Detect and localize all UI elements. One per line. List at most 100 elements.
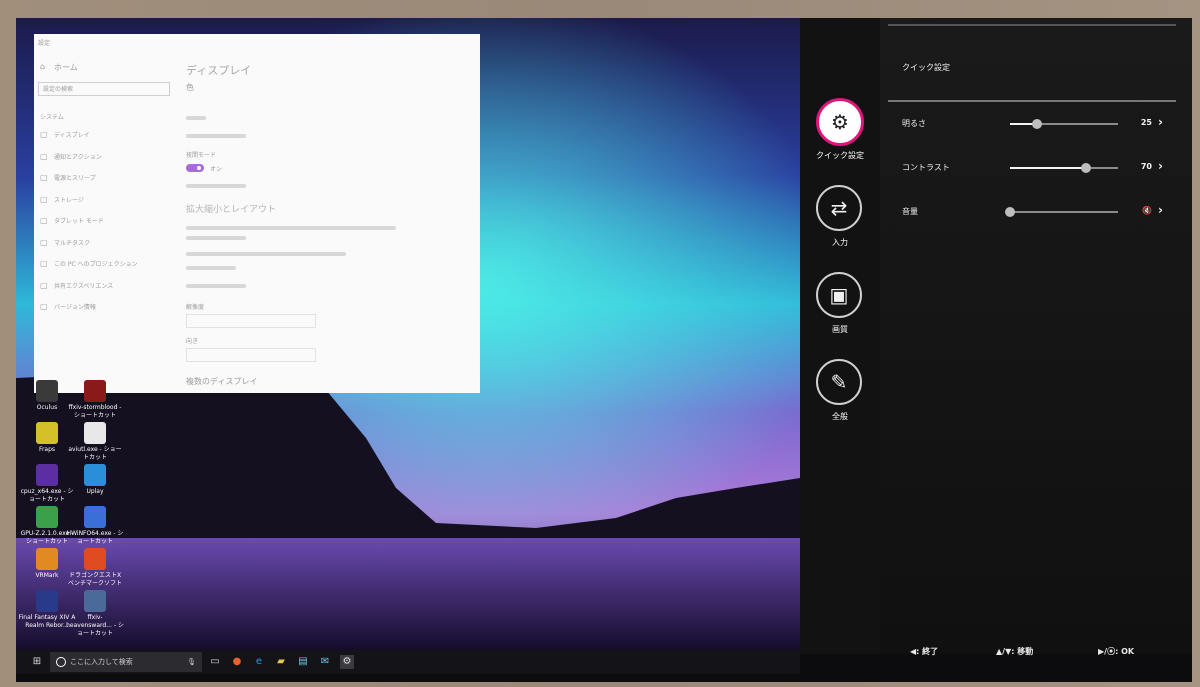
- desktop-icon-label: Uplay: [86, 488, 104, 495]
- gear-icon: ⚙: [831, 110, 849, 134]
- osd-menu-button[interactable]: ⇄: [816, 185, 862, 231]
- tools-icon: ✎: [830, 370, 848, 394]
- osd-slider-fill: [1010, 167, 1086, 169]
- settings-nav-item[interactable]: この PC へのプロジェクション: [54, 259, 138, 268]
- chevron-right-icon[interactable]: ›: [1158, 203, 1163, 217]
- settings-subheading: 色: [186, 83, 194, 92]
- osd-menu-button[interactable]: ⚙: [816, 98, 864, 146]
- microphone-icon[interactable]: 🎙: [187, 652, 196, 672]
- orientation-dropdown[interactable]: [186, 348, 316, 362]
- picture-icon: ▣: [829, 283, 849, 307]
- app-icon: [84, 464, 106, 486]
- resolution-dropdown[interactable]: [186, 314, 316, 328]
- settings-gear-taskbar-icon[interactable]: ⚙: [340, 655, 354, 669]
- multi-display-heading: 複数のディスプレイ: [186, 377, 258, 386]
- settings-nav-icon: ▢: [40, 216, 48, 225]
- osd-top-divider: [888, 24, 1176, 26]
- mail-icon[interactable]: ✉: [318, 655, 332, 669]
- osd-setting-label: コントラスト: [902, 163, 950, 172]
- app-icon: [36, 590, 58, 612]
- desktop-icon[interactable]: HWiNFO64.exe - ショートカット: [66, 506, 124, 546]
- osd-slider[interactable]: [1010, 163, 1118, 173]
- osd-help-item: ▶/⦿: OK: [1098, 646, 1134, 657]
- app-icon: [36, 422, 58, 444]
- store-icon[interactable]: ▤: [296, 655, 310, 669]
- file-explorer-icon[interactable]: ▰: [274, 655, 288, 669]
- home-icon: ⌂: [40, 62, 46, 71]
- osd-help-item: ◀: 終了: [910, 646, 938, 657]
- osd-slider[interactable]: [1010, 119, 1118, 129]
- chevron-right-icon[interactable]: ›: [1158, 159, 1163, 173]
- settings-nav-item[interactable]: バージョン情報: [54, 302, 96, 311]
- app-icon: [84, 506, 106, 528]
- app-icon: [84, 548, 106, 570]
- osd-menu-label: 画質: [832, 325, 848, 334]
- start-windows-icon[interactable]: ⊞: [30, 655, 44, 669]
- osd-slider[interactable]: [1005, 207, 1118, 217]
- settings-nav-item[interactable]: ディスプレイ: [54, 130, 90, 139]
- settings-nav-item[interactable]: ストレージ: [54, 195, 84, 204]
- osd-quick-settings-panel: クイック設定 明るさ 25 › コントラスト 70 › 音量 🔇 › ◀: 終了 ▲/▼: 移動 ▶…: [880, 18, 1192, 657]
- desktop-icon-label: aviutl.exe - ショートカット: [68, 446, 122, 461]
- resolution-label: 解像度: [186, 304, 205, 311]
- osd-help-keys: ▲/▼:: [996, 647, 1018, 656]
- desktop-icon[interactable]: ffxiv-stormblood - ショートカット: [66, 380, 124, 420]
- settings-page-title: ディスプレイ: [186, 64, 252, 77]
- osd-help-label: OK: [1121, 647, 1135, 656]
- osd-slider-knob[interactable]: [1032, 119, 1042, 129]
- osd-help-label: 終了: [922, 647, 939, 656]
- layout-heading: 拡大縮小とレイアウト: [186, 205, 277, 215]
- night-light-toggle[interactable]: [186, 164, 204, 172]
- osd-menu-label: クイック設定: [816, 151, 864, 160]
- settings-nav-item[interactable]: 電源とスリープ: [54, 173, 96, 182]
- taskbar: ⊞ ここに入力して検索 🎙 ▭ ● e ▰ ▤ ✉ ⚙: [16, 650, 800, 674]
- taskbar-search-box[interactable]: ここに入力して検索 🎙: [50, 652, 202, 672]
- settings-nav-icon: ▢: [40, 130, 48, 139]
- toggle-state-label: オン: [210, 166, 223, 173]
- settings-search-input[interactable]: 設定の検索: [38, 82, 170, 96]
- settings-nav-item[interactable]: マルチタスク: [54, 238, 90, 247]
- settings-nav-item[interactable]: 通知とアクション: [54, 152, 102, 161]
- settings-home-link[interactable]: ホーム: [54, 62, 78, 73]
- taskbar-search-placeholder: ここに入力して検索: [70, 658, 133, 666]
- osd-menu-rail: ⚙ クイック設定 ⇄ 入力 ▣ 画質 ✎ 全般: [800, 18, 880, 654]
- osd-slider-knob[interactable]: [1080, 163, 1091, 173]
- osd-help-label: 移動: [1017, 647, 1034, 656]
- settings-nav-icon: ▢: [40, 259, 48, 268]
- osd-setting-value: 25: [1140, 118, 1152, 127]
- osd-menu-label: 入力: [832, 238, 848, 247]
- orientation-label: 向き: [186, 338, 199, 345]
- osd-slider-knob[interactable]: [1005, 207, 1015, 217]
- settings-nav-icon: ▢: [40, 237, 48, 247]
- desktop-icon[interactable]: Uplay: [66, 464, 124, 496]
- settings-sidebar: ⌂ ホーム 設定の検索 システム ▢ ディスプレイ ▢ 通知とアクション ▢ 電源とスリー…: [34, 34, 184, 393]
- settings-nav-item[interactable]: 共有エクスペリエンス: [54, 281, 113, 290]
- app-icon: [36, 548, 58, 570]
- chevron-right-icon[interactable]: ›: [1158, 115, 1163, 129]
- osd-menu-button[interactable]: ✎: [816, 359, 862, 405]
- desktop-icon[interactable]: aviutl.exe - ショートカット: [66, 422, 124, 462]
- osd-help-item: ▲/▼: 移動: [996, 646, 1033, 657]
- night-light-label: 夜間モード: [186, 152, 217, 159]
- desktop-icon[interactable]: ffxiv-heavensward... - ショートカット: [66, 590, 124, 638]
- settings-nav-item[interactable]: タブレット モード: [54, 216, 104, 225]
- osd-title-divider: [888, 100, 1176, 102]
- app-icon: [36, 380, 58, 402]
- app-icon: [84, 380, 106, 402]
- desktop-icon[interactable]: ドラゴンクエストX ベンチマークソフト: [66, 548, 124, 588]
- osd-setting-value: 70: [1140, 162, 1152, 171]
- app-icon: [36, 506, 58, 528]
- monitor-screen: 設定 ⌂ ホーム 設定の検索 システム ▢ ディスプレイ ▢ 通知とアクション ▢ 電源と…: [16, 18, 1192, 682]
- osd-menu-button[interactable]: ▣: [816, 272, 862, 318]
- settings-window[interactable]: 設定 ⌂ ホーム 設定の検索 システム ▢ ディスプレイ ▢ 通知とアクション ▢ 電源と…: [34, 34, 480, 393]
- desktop-icon-label: ffxiv-heavensward... - ショートカット: [66, 614, 124, 637]
- firefox-icon[interactable]: ●: [230, 655, 244, 669]
- settings-section-label: システム: [40, 114, 64, 121]
- settings-nav-icon: ▢: [40, 194, 48, 204]
- task-view-icon[interactable]: ▭: [208, 655, 222, 669]
- osd-menu-label: 全般: [832, 412, 848, 421]
- input-icon: ⇄: [830, 196, 848, 220]
- edge-icon[interactable]: e: [252, 655, 266, 669]
- desktop-icon-label: ドラゴンクエストX ベンチマークソフト: [67, 572, 122, 587]
- desktop-icon-label: HWiNFO64.exe - ショートカット: [66, 530, 124, 545]
